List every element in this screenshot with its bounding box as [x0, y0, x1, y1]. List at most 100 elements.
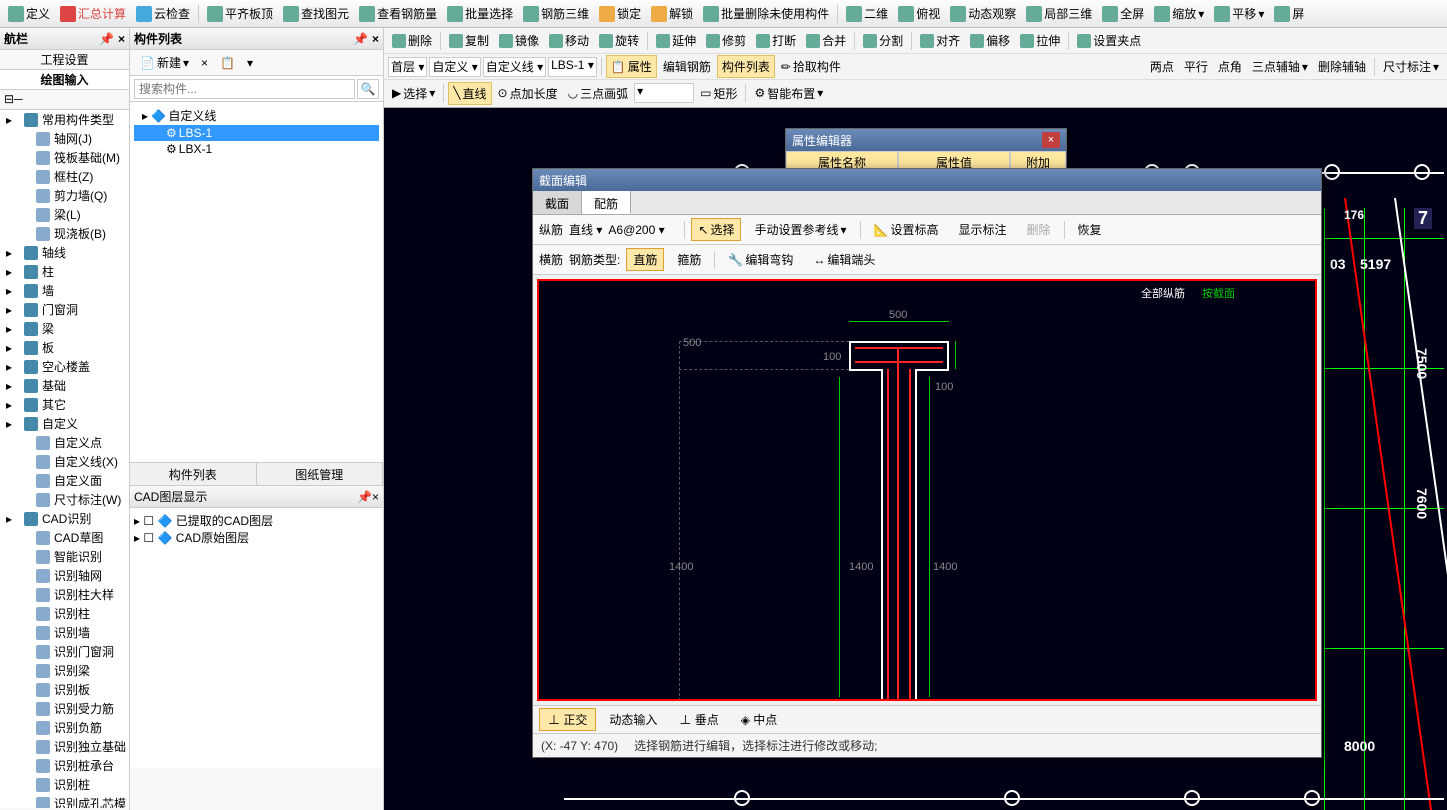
nav-item[interactable]: ▸自定义 [0, 414, 129, 433]
pin-icon[interactable]: 📌 [353, 32, 368, 46]
nav-item[interactable]: 自定义线(X) [0, 452, 129, 471]
edit-删除[interactable]: 删除 [388, 30, 436, 51]
nav-item[interactable]: 智能识别 [0, 547, 129, 566]
point-angle-button[interactable]: 点角 [1214, 56, 1246, 77]
parallel-button[interactable]: 平行 [1180, 56, 1212, 77]
cad-layer-original[interactable]: ▸ ☐ 🔷 CAD原始图层 [134, 529, 379, 546]
nav-item[interactable]: 识别负筋 [0, 718, 129, 737]
nav-item[interactable]: ▸常用构件类型 [0, 110, 129, 129]
straight-rebar-button[interactable]: 直筋 [626, 248, 664, 271]
tb-find[interactable]: 查找图元 [279, 3, 353, 24]
ref-line-button[interactable]: 手动设置参考线 ▾ [747, 218, 853, 241]
nav-item[interactable]: 识别桩 [0, 775, 129, 794]
three-point-arc-button[interactable]: ◡ 三点画弧 [564, 83, 633, 104]
perpendicular-snap-button[interactable]: ⊥ 垂点 [670, 708, 727, 731]
floor-combo[interactable]: 首层 ▾ [388, 57, 427, 77]
edit-镜像[interactable]: 镜像 [495, 30, 543, 51]
tb-top-view[interactable]: 俯视 [894, 3, 944, 24]
dropdown-icon[interactable]: ▾ [243, 54, 257, 72]
nav-item[interactable]: 现浇板(B) [0, 224, 129, 243]
edit-hook-button[interactable]: 🔧 编辑弯钩 [721, 248, 800, 271]
tb-batch-del[interactable]: 批量删除未使用构件 [699, 3, 833, 24]
nav-item[interactable]: 识别门窗洞 [0, 642, 129, 661]
nav-item[interactable]: CAD草图 [0, 528, 129, 547]
edit-end-button[interactable]: ↔ 编辑端头 [806, 248, 882, 271]
copy-icon[interactable]: 📋 [216, 54, 239, 72]
tb-sum[interactable]: 汇总计算 [56, 3, 130, 24]
nav-item[interactable]: 框柱(Z) [0, 167, 129, 186]
ortho-button[interactable]: ⊥ 正交 [539, 708, 596, 731]
nav-item[interactable]: 自定义面 [0, 471, 129, 490]
nav-item[interactable]: ▸轴线 [0, 243, 129, 262]
select-button[interactable]: ↖ 选择 [691, 218, 741, 241]
line-type-combo[interactable]: 直线 ▾ [569, 221, 602, 238]
nav-item[interactable]: ▸柱 [0, 262, 129, 281]
nav-item[interactable]: ▸其它 [0, 395, 129, 414]
tb-fullscreen[interactable]: 全屏 [1098, 3, 1148, 24]
edit-旋转[interactable]: 旋转 [595, 30, 643, 51]
tb-zoom[interactable]: 缩放 ▾ [1150, 3, 1208, 24]
section-canvas[interactable]: 全部纵筋 按截面 500 500 100 100 1400 1400 1400 [537, 279, 1317, 701]
show-dim-button[interactable]: 显示标注 [951, 218, 1013, 241]
nav-item[interactable]: ▸门窗洞 [0, 300, 129, 319]
close-icon[interactable]: × [1042, 132, 1060, 148]
edit-移动[interactable]: 移动 [545, 30, 593, 51]
nav-item[interactable]: 识别独立基础 [0, 737, 129, 756]
point-length-button[interactable]: ⊙ 点加长度 [494, 83, 562, 104]
tb-2d[interactable]: 二维 [842, 3, 892, 24]
edit-拉伸[interactable]: 拉伸 [1016, 30, 1064, 51]
nav-item[interactable]: 识别柱 [0, 604, 129, 623]
type-combo[interactable]: 自定义线 ▾ [483, 57, 546, 77]
tb-batch-sel[interactable]: 批量选择 [443, 3, 517, 24]
restore-button[interactable]: 恢复 [1071, 218, 1109, 241]
tab-section[interactable]: 截面 [533, 191, 582, 214]
new-button[interactable]: 📄 新建 ▾ [136, 52, 193, 73]
nav-item[interactable]: 识别轴网 [0, 566, 129, 585]
draw-input-tab[interactable]: 绘图输入 [0, 70, 129, 90]
nav-item[interactable]: ▸墙 [0, 281, 129, 300]
rect-button[interactable]: ▭ 矩形 [696, 83, 741, 104]
nav-item[interactable]: ▸板 [0, 338, 129, 357]
three-point-aux-button[interactable]: 三点辅轴 ▾ [1248, 56, 1312, 77]
tree-node-lbx1[interactable]: ⚙ LBX-1 [134, 141, 379, 157]
nav-item[interactable]: 识别梁 [0, 661, 129, 680]
component-combo[interactable]: LBS-1 ▾ [548, 57, 597, 77]
category-combo[interactable]: 自定义 ▾ [429, 57, 480, 77]
tree-root[interactable]: ▸ 🔷 自定义线 [134, 106, 379, 125]
tab-drawing-mgmt[interactable]: 图纸管理 [257, 463, 384, 485]
property-titlebar[interactable]: 属性编辑器 × [786, 129, 1066, 151]
search-icon[interactable]: 🔍 [357, 79, 379, 99]
edit-设置夹点[interactable]: 设置夹点 [1073, 30, 1145, 51]
nav-item[interactable]: 识别桩承台 [0, 756, 129, 775]
tb-align-top[interactable]: 平齐板顶 [203, 3, 277, 24]
rebar-spec-combo[interactable]: A6@200 ▾ [608, 223, 678, 237]
component-list-button[interactable]: 构件列表 [717, 55, 775, 78]
edit-合并[interactable]: 合并 [802, 30, 850, 51]
nav-item[interactable]: 筏板基础(M) [0, 148, 129, 167]
tb-define[interactable]: 定义 [4, 3, 54, 24]
nav-item[interactable]: 尺寸标注(W) [0, 490, 129, 509]
search-input[interactable] [134, 79, 355, 99]
edit-分割[interactable]: 分割 [859, 30, 907, 51]
tb-screen[interactable]: 屏 [1270, 3, 1308, 24]
smart-layout-button[interactable]: ⚙ 智能布置 ▾ [750, 83, 827, 104]
dimension-button[interactable]: 尺寸标注 ▾ [1379, 56, 1443, 77]
tb-orbit[interactable]: 动态观察 [946, 3, 1020, 24]
tb-local-3d[interactable]: 局部三维 [1022, 3, 1096, 24]
edit-对齐[interactable]: 对齐 [916, 30, 964, 51]
nav-item[interactable]: 识别受力筋 [0, 699, 129, 718]
tab-rebar[interactable]: 配筋 [582, 191, 631, 214]
pick-component-button[interactable]: ✏ 拾取构件 [777, 56, 845, 77]
tb-lock[interactable]: 锁定 [595, 3, 645, 24]
tb-cloud[interactable]: 云检查 [132, 3, 194, 24]
section-titlebar[interactable]: 截面编辑 [533, 169, 1321, 191]
pin-icon[interactable]: 📌 [357, 490, 372, 504]
pin-icon[interactable]: 📌 [99, 32, 114, 46]
nav-item[interactable]: ▸梁 [0, 319, 129, 338]
two-point-button[interactable]: 两点 [1146, 56, 1178, 77]
close-icon[interactable]: × [197, 54, 212, 72]
edit-修剪[interactable]: 修剪 [702, 30, 750, 51]
dynamic-input-button[interactable]: 动态输入 [600, 708, 666, 731]
line-button[interactable]: ╲ 直线 [448, 82, 491, 105]
cad-layer-extracted[interactable]: ▸ ☐ 🔷 已提取的CAD图层 [134, 512, 379, 529]
